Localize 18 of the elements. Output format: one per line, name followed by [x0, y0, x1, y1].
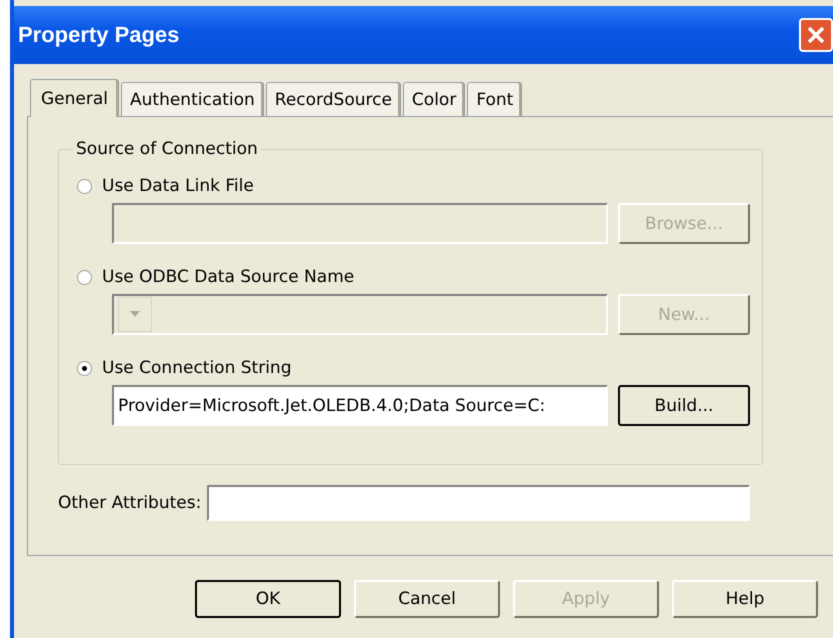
group-title: Source of Connection	[75, 139, 259, 159]
window-title: Property Pages	[18, 22, 180, 48]
close-icon	[805, 24, 827, 46]
tab[interactable]: Font	[467, 82, 522, 116]
tab[interactable]: RecordSource	[266, 82, 401, 116]
text-field[interactable]	[207, 485, 750, 521]
radio-button[interactable]	[77, 360, 92, 376]
field-label: Other Attributes:	[58, 493, 202, 513]
dialog-button[interactable]: OK	[195, 580, 341, 618]
text-field[interactable]: Provider=Microsoft.Jet.OLEDB.4.0;Data Source=C:	[112, 385, 608, 426]
dialog-button[interactable]: Help	[672, 580, 818, 618]
close-button[interactable]	[799, 18, 833, 52]
tab[interactable]: Color	[402, 82, 466, 116]
tab[interactable]: General	[30, 79, 119, 117]
tab[interactable]: Authentication	[121, 82, 264, 116]
dialog-button[interactable]: Cancel	[354, 580, 500, 618]
radio-label[interactable]: Use Connection String	[102, 357, 292, 379]
dialog-button[interactable]: Build...	[618, 385, 750, 426]
